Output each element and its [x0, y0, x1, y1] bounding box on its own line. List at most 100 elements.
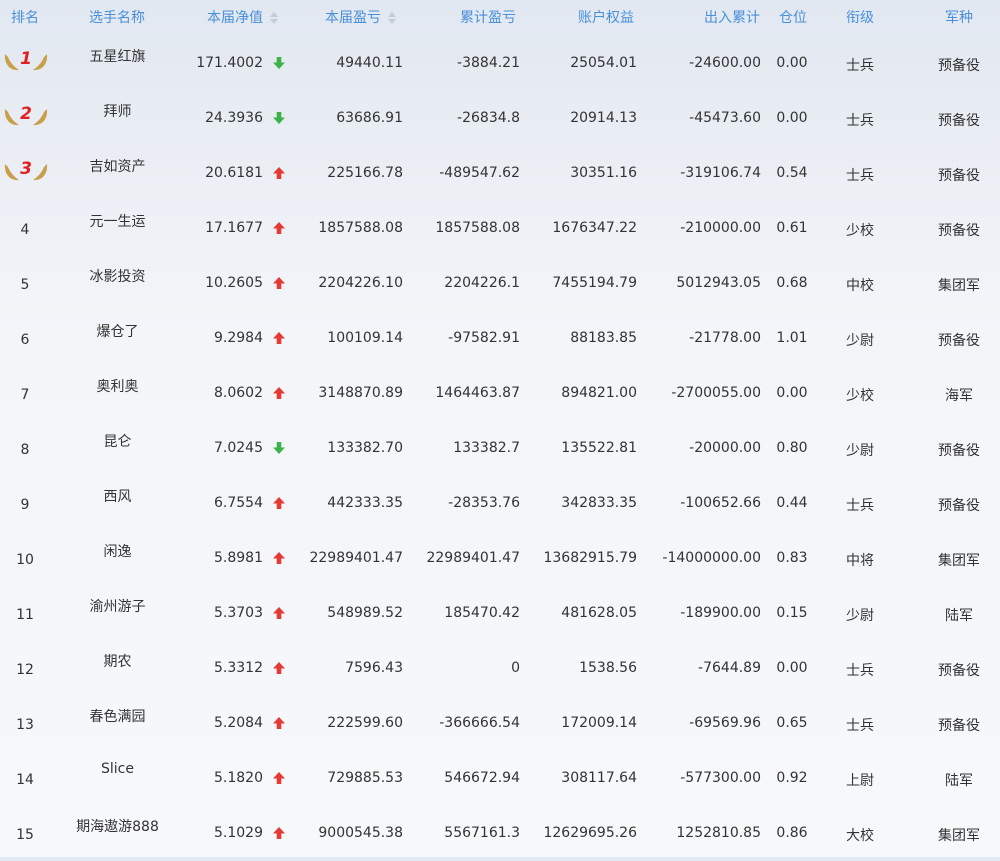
cumulative-value: 1464463.87: [435, 385, 520, 401]
header-flow[interactable]: 出入累计: [704, 0, 760, 36]
header-army[interactable]: 军种: [945, 0, 973, 36]
table-row[interactable]: 11 渝州游子 5.3703 548989.52 185470.42 481628.05 -…: [0, 586, 1000, 641]
cumulative-value: 185470.42: [444, 605, 520, 621]
table-row[interactable]: 4 元一生运 17.1677 1857588.08 1857588.08 1676347.…: [0, 201, 1000, 256]
trend-up-icon: [273, 222, 285, 234]
army-type: 集团军: [938, 278, 980, 294]
table-row[interactable]: 6 爆仓了 9.2984 100109.14 -97582.91 88183.85 -217…: [0, 311, 1000, 366]
table-row[interactable]: 12 期农 5.3312 7596.43 0 1538.56 -7644.89 0.00 士兵 预…: [0, 641, 1000, 696]
leaderboard-table: 排名 选手名称 本届净值 本届盈亏 累计盈亏 账户权益 出入累计 仓位 衔级 军…: [0, 0, 1000, 857]
equity-value: 308117.64: [561, 770, 637, 786]
rank-number: 3: [20, 159, 32, 179]
rank-number: 5: [20, 277, 30, 293]
table-row[interactable]: 7 奥利奥 8.0602 3148870.89 1464463.87 894821.00 -…: [0, 366, 1000, 421]
player-name-link[interactable]: 期海遨游888: [59, 816, 176, 836]
army-type: 预备役: [938, 663, 980, 679]
header-title[interactable]: 衔级: [846, 0, 874, 36]
nav-value: 5.2084: [214, 715, 263, 731]
army-type: 海军: [945, 388, 973, 404]
player-name-link[interactable]: 西风: [59, 486, 176, 506]
player-name-link[interactable]: 吉如资产: [59, 156, 176, 176]
header-name[interactable]: 选手名称: [89, 0, 145, 36]
nav-value: 24.3936: [205, 110, 263, 126]
army-type: 预备役: [938, 333, 980, 349]
army-type: 集团军: [938, 828, 980, 844]
header-nav[interactable]: 本届净值: [207, 0, 279, 36]
cumulative-value: -28353.76: [448, 495, 520, 511]
cumulative-value: -26834.8: [457, 110, 520, 126]
profit-value: 2204226.10: [318, 275, 403, 291]
table-row[interactable]: 2 拜师 24.3936 63686.91 -26834.8 20914.13 -45473…: [0, 91, 1000, 146]
nav-value: 5.3703: [214, 605, 263, 621]
rank-number: 12: [16, 662, 34, 678]
nav-value: 10.2605: [205, 275, 263, 291]
sort-icon[interactable]: [269, 11, 279, 25]
rank-number: 8: [20, 442, 30, 458]
rank-title: 士兵: [846, 718, 874, 734]
player-name-link[interactable]: 期农: [59, 651, 176, 671]
player-name-link[interactable]: 渝州游子: [59, 596, 176, 616]
table-row[interactable]: 10 闲逸 5.8981 22989401.47 22989401.47 13682915…: [0, 531, 1000, 586]
position-value: 0.54: [776, 165, 808, 181]
equity-value: 481628.05: [561, 605, 637, 621]
rank-title: 少尉: [846, 443, 874, 459]
cumulative-value: 0: [511, 660, 520, 676]
rank-number: 2: [20, 104, 32, 124]
position-value: 0.15: [776, 605, 808, 621]
cumulative-value: 133382.7: [453, 440, 520, 456]
player-name-link[interactable]: 奥利奥: [59, 376, 176, 396]
flow-value: -45473.60: [689, 110, 761, 126]
header-cumulative[interactable]: 累计盈亏: [460, 0, 516, 36]
nav-value: 171.4002: [196, 55, 263, 71]
sort-icon[interactable]: [387, 11, 397, 25]
table-header: 排名 选手名称 本届净值 本届盈亏 累计盈亏 账户权益 出入累计 仓位 衔级 军…: [0, 0, 1000, 36]
flow-value: -24600.00: [689, 55, 761, 71]
nav-value: 5.1029: [214, 825, 263, 841]
position-value: 0.00: [776, 55, 808, 71]
player-name-link[interactable]: 爆仓了: [59, 321, 176, 341]
player-name-link[interactable]: 闲逸: [59, 541, 176, 561]
position-value: 0.92: [776, 770, 808, 786]
table-row[interactable]: 15 期海遨游888 5.1029 9000545.38 5567161.3 126296…: [0, 806, 1000, 861]
header-equity[interactable]: 账户权益: [578, 0, 634, 36]
rank-title: 士兵: [846, 498, 874, 514]
equity-value: 172009.14: [561, 715, 637, 731]
profit-value: 225166.78: [327, 165, 403, 181]
rank-title: 士兵: [846, 113, 874, 129]
army-type: 预备役: [938, 58, 980, 74]
player-name-link[interactable]: 拜师: [59, 101, 176, 121]
player-name-link[interactable]: 元一生运: [59, 211, 176, 231]
table-row[interactable]: 8 昆仑 7.0245 133382.70 133382.7 135522.81 -2000…: [0, 421, 1000, 476]
header-nav-label: 本届净值: [207, 10, 263, 26]
equity-value: 135522.81: [561, 440, 637, 456]
rank-number: 4: [20, 222, 30, 238]
header-position[interactable]: 仓位: [779, 0, 807, 36]
position-value: 0.61: [776, 220, 808, 236]
player-name-link[interactable]: Slice: [59, 761, 176, 777]
trend-up-icon: [273, 827, 285, 839]
table-row[interactable]: 3 吉如资产 20.6181 225166.78 -489547.62 30351.16 -…: [0, 146, 1000, 201]
table-row[interactable]: 9 西风 6.7554 442333.35 -28353.76 342833.35 -100…: [0, 476, 1000, 531]
rank-title: 上尉: [846, 773, 874, 789]
trend-down-icon: [273, 112, 285, 124]
trend-up-icon: [273, 662, 285, 674]
rank-number: 7: [20, 387, 30, 403]
player-name-link[interactable]: 昆仑: [59, 431, 176, 451]
equity-value: 13682915.79: [543, 550, 637, 566]
table-row[interactable]: 1 五星红旗 171.4002 49440.11 -3884.21 25054.01 -24…: [0, 36, 1000, 91]
position-value: 0.65: [776, 715, 808, 731]
player-name-link[interactable]: 五星红旗: [59, 46, 176, 66]
profit-value: 222599.60: [327, 715, 403, 731]
table-row[interactable]: 14 Slice 5.1820 729885.53 546672.94 308117.64…: [0, 751, 1000, 806]
table-row[interactable]: 13 春色满园 5.2084 222599.60 -366666.54 172009.14…: [0, 696, 1000, 751]
header-profit[interactable]: 本届盈亏: [325, 0, 397, 36]
player-name-link[interactable]: 冰影投资: [59, 266, 176, 286]
header-rank[interactable]: 排名: [11, 0, 39, 36]
player-name-link[interactable]: 春色满园: [59, 706, 176, 726]
army-type: 集团军: [938, 553, 980, 569]
equity-value: 894821.00: [561, 385, 637, 401]
position-value: 1.01: [776, 330, 808, 346]
profit-value: 133382.70: [327, 440, 403, 456]
table-row[interactable]: 5 冰影投资 10.2605 2204226.10 2204226.1 7455194.7…: [0, 256, 1000, 311]
rank-number: 10: [16, 552, 34, 568]
